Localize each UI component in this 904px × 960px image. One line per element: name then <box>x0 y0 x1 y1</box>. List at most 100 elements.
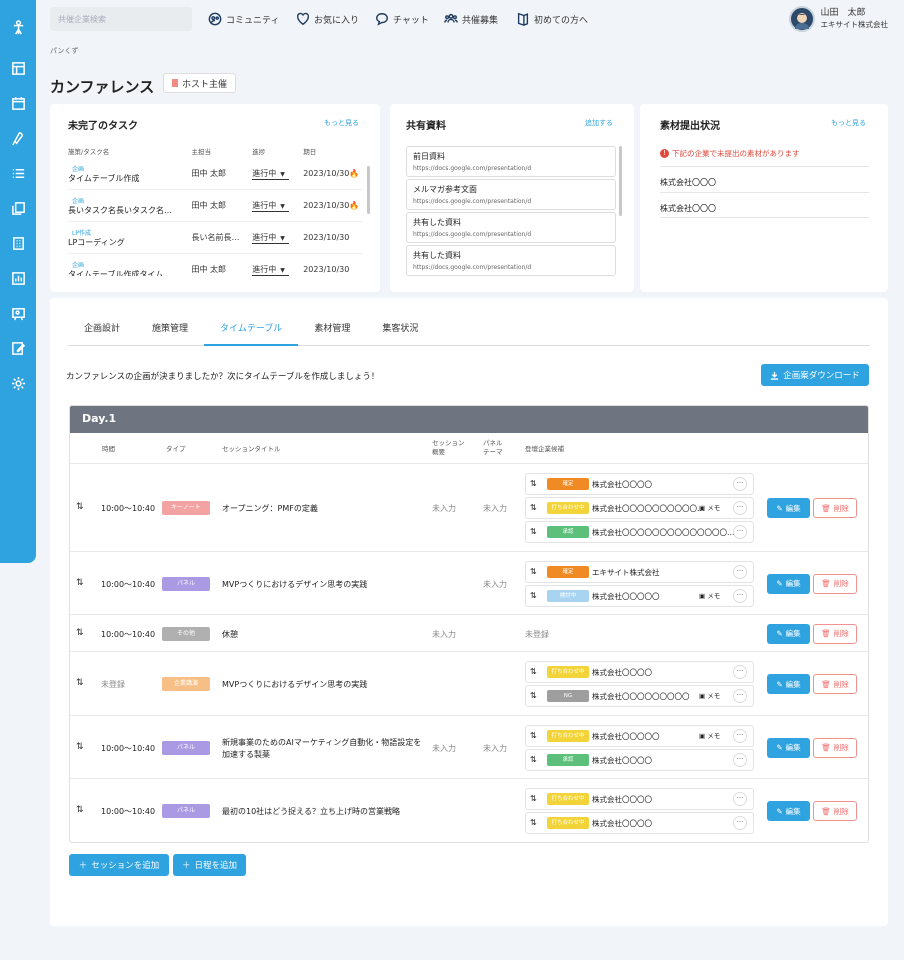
edit-button[interactable]: ✎ 編集 <box>767 623 810 644</box>
tab-attendance[interactable]: 集客状況 <box>366 320 434 346</box>
nav-favorites[interactable]: お気に入り <box>296 12 359 26</box>
tab-materials[interactable]: 素材管理 <box>298 320 366 346</box>
drag-handle-icon[interactable]: ⇅ <box>76 578 84 588</box>
edit-doc-icon[interactable] <box>0 331 36 366</box>
materials-company[interactable]: 株式会社〇〇〇 <box>660 192 869 218</box>
task-row[interactable]: 企画 タイムテーブル作成 田中 太郎 進行中 ▼ 2023/10/30🔥 <box>68 158 362 190</box>
memo-button[interactable]: ▣ メモ <box>699 690 720 700</box>
edit-button[interactable]: ✎ 編集 <box>767 674 810 694</box>
list-icon[interactable] <box>0 156 36 191</box>
doc-item[interactable]: 共有した資料 https://docs.google.com/presentati… <box>406 245 616 276</box>
task-row[interactable]: 企画 タイムテーブル作成タイム… 田中 太郎 進行中 ▼ 2023/10/30 <box>68 254 362 277</box>
more-options-icon[interactable]: ··· <box>733 564 747 579</box>
drag-handle-icon[interactable]: ⇅ <box>530 503 537 512</box>
task-row[interactable]: 企画 長いタスク名長いタスク名… 田中 太郎 進行中 ▼ 2023/10/30🔥 <box>68 190 362 222</box>
drag-handle-icon[interactable]: ⇅ <box>76 742 84 752</box>
memo-button[interactable]: ▣ メモ <box>699 730 720 740</box>
speaker-entry[interactable]: ⇅ 検討中 株式会社〇〇〇〇〇 ▣ メモ ··· <box>525 584 754 607</box>
materials-company[interactable]: 株式会社〇〇〇 <box>660 166 869 192</box>
edit-button[interactable]: ✎ 編集 <box>767 801 810 821</box>
tasks-scrollbar[interactable] <box>367 166 370 214</box>
more-options-icon[interactable]: ··· <box>733 525 747 539</box>
drag-handle-icon[interactable]: ⇅ <box>530 818 537 827</box>
speaker-entry[interactable]: ⇅ 打ち合わせ中 株式会社〇〇〇〇〇 ▣ メモ ··· <box>525 724 754 747</box>
speaker-entry[interactable]: ⇅ 確定 株式会社〇〇〇〇 ··· <box>525 473 754 495</box>
company-search-input[interactable]: 共催企業検索 <box>50 7 192 31</box>
more-options-icon[interactable]: ··· <box>733 792 747 806</box>
memo-button[interactable]: ▣ メモ <box>699 590 720 600</box>
memo-button[interactable]: ▣ メモ <box>699 502 720 512</box>
drag-handle-icon[interactable]: ⇅ <box>530 755 537 764</box>
delete-button[interactable]: 🗑 削除 <box>813 674 857 694</box>
tasks-more-link[interactable]: もっと見る <box>324 118 359 128</box>
drag-handle-icon[interactable]: ⇅ <box>530 794 537 803</box>
nav-chat[interactable]: チャット <box>375 12 429 26</box>
nav-first-time[interactable]: 初めての方へ <box>516 12 588 26</box>
delete-button[interactable]: 🗑 削除 <box>813 737 857 758</box>
more-options-icon[interactable]: ··· <box>733 588 747 603</box>
speaker-entry[interactable]: ⇅ 打ち合わせ中 株式会社〇〇〇〇 ··· <box>525 812 754 834</box>
speaker-entry[interactable]: ⇅ NG 株式会社〇〇〇〇〇〇〇〇〇 ▣ メモ ··· <box>525 685 754 707</box>
docs-scrollbar[interactable] <box>619 146 622 216</box>
nav-cohost-recruit[interactable]: 共催募集 <box>444 12 498 26</box>
task-status-select[interactable]: 進行中 ▼ <box>252 168 289 180</box>
task-status-select[interactable]: 進行中 ▼ <box>252 200 289 212</box>
tab-measures[interactable]: 施策管理 <box>136 320 204 346</box>
settings-icon[interactable] <box>0 366 36 401</box>
logo-icon[interactable] <box>0 10 36 45</box>
docs-add-link[interactable]: 追加する <box>585 118 613 128</box>
drag-handle-icon[interactable]: ⇅ <box>530 691 537 700</box>
drag-handle-icon[interactable]: ⇅ <box>76 678 84 688</box>
speaker-entry[interactable]: ⇅ 打ち合わせ中 株式会社〇〇〇〇 ··· <box>525 788 754 810</box>
task-status-select[interactable]: 進行中 ▼ <box>252 232 289 244</box>
task-status-select[interactable]: 進行中 ▼ <box>252 264 289 276</box>
user-menu[interactable]: 山田 太郎 エキサイト株式会社 <box>788 6 888 32</box>
speaker-entry[interactable]: ⇅ 打ち合わせ中 株式会社〇〇〇〇 ··· <box>525 661 754 683</box>
more-options-icon[interactable]: ··· <box>733 477 747 491</box>
presentation-icon[interactable] <box>0 296 36 331</box>
drag-handle-icon[interactable]: ⇅ <box>530 527 537 536</box>
more-options-icon[interactable]: ··· <box>733 728 747 743</box>
more-options-icon[interactable]: ··· <box>733 501 747 515</box>
task-row[interactable]: LP作成 LPコーディング 長い名前長… 進行中 ▼ 2023/10/30 <box>68 222 362 254</box>
drag-handle-icon[interactable]: ⇅ <box>530 567 537 576</box>
nav-community[interactable]: コミュニティ <box>208 12 279 26</box>
tab-timetable[interactable]: タイムテーブル <box>204 320 299 346</box>
materials-more-link[interactable]: もっと見る <box>831 118 866 128</box>
edit-button[interactable]: ✎ 編集 <box>767 498 810 518</box>
drag-handle-icon[interactable]: ⇅ <box>530 479 537 488</box>
delete-button[interactable]: 🗑 削除 <box>813 573 857 594</box>
speaker-entry[interactable]: ⇅ 承認 株式会社〇〇〇〇〇〇〇〇〇〇〇〇〇〇… ··· <box>525 521 754 543</box>
more-options-icon[interactable]: ··· <box>733 816 747 830</box>
doc-item[interactable]: 前日資料 https://docs.google.com/presentation… <box>406 146 616 177</box>
microphone-icon[interactable] <box>0 121 36 156</box>
doc-item[interactable]: 共有した資料 https://docs.google.com/presentati… <box>406 212 616 243</box>
delete-button[interactable]: 🗑 削除 <box>813 498 857 518</box>
drag-handle-icon[interactable]: ⇅ <box>76 502 84 512</box>
drag-handle-icon[interactable]: ⇅ <box>530 667 537 676</box>
more-options-icon[interactable]: ··· <box>733 689 747 703</box>
drag-handle-icon[interactable]: ⇅ <box>530 591 537 600</box>
delete-button[interactable]: 🗑 削除 <box>813 623 857 644</box>
building-icon[interactable] <box>0 226 36 261</box>
drag-handle-icon[interactable]: ⇅ <box>530 731 537 740</box>
tab-planning[interactable]: 企画設計 <box>68 320 136 346</box>
more-options-icon[interactable]: ··· <box>733 665 747 679</box>
doc-item[interactable]: メルマガ参考文面 https://docs.google.com/presenta… <box>406 179 616 210</box>
speaker-entry[interactable]: ⇅ 確定 エキサイト株式会社 ··· <box>525 560 754 583</box>
add-session-button[interactable]: ＋セッションを追加 <box>69 854 169 876</box>
download-plan-button[interactable]: 企画案ダウンロード <box>761 364 869 386</box>
chart-icon[interactable] <box>0 261 36 296</box>
delete-button[interactable]: 🗑 削除 <box>813 801 857 821</box>
speaker-entry[interactable]: ⇅ 承認 株式会社〇〇〇〇 ··· <box>525 748 754 771</box>
add-day-button[interactable]: ＋日程を追加 <box>173 854 246 876</box>
speaker-entry[interactable]: ⇅ 打ち合わせ中 株式会社〇〇〇〇〇〇〇〇〇〇… ▣ メモ ··· <box>525 497 754 519</box>
calendar-icon[interactable] <box>0 86 36 121</box>
edit-button[interactable]: ✎ 編集 <box>767 573 810 594</box>
drag-handle-icon[interactable]: ⇅ <box>76 628 84 638</box>
breadcrumb[interactable]: パンくず <box>50 46 78 56</box>
edit-button[interactable]: ✎ 編集 <box>767 737 810 758</box>
copy-icon[interactable] <box>0 191 36 226</box>
drag-handle-icon[interactable]: ⇅ <box>76 805 84 815</box>
dashboard-icon[interactable] <box>0 51 36 86</box>
